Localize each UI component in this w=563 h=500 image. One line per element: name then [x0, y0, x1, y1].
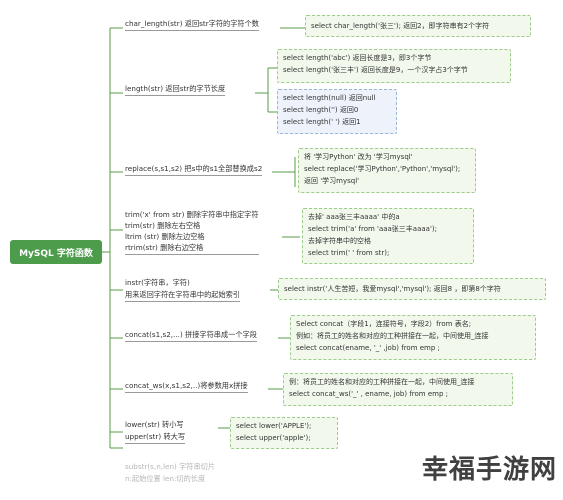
- note-replace: 将 '学习Python' 改为 '学习mysql' select replace…: [298, 148, 476, 193]
- branch-trim: trim('x' from str) 删除字符串中指定字符 trim(str) …: [125, 210, 259, 255]
- branch-concat: concat(s1,s2,...) 拼接字符串成一个字段: [125, 330, 257, 342]
- branch-length: length(str) 返回str的字节长度: [125, 84, 226, 96]
- branch-char-length: char_length(str) 返回str字符的字符个数: [125, 19, 259, 31]
- note-char-length: select char_length('张三'); 返回2，即字符串有2个字符: [305, 15, 531, 37]
- branch-case: lower(str) 转小写 upper(str) 转大写: [125, 420, 186, 444]
- note-case: select lower('APPLE'); select upper('app…: [230, 417, 338, 449]
- note-instr: select instr('人生苦短，我爱mysql','mysql'); 返回…: [278, 278, 546, 300]
- branch-instr: instr(字符串，字符) 用来返回字符在字符串中的起始索引: [125, 278, 241, 302]
- note-concat: Select concat（字段1，连接符号，字段2）from 表名; 例如：将…: [290, 315, 536, 360]
- note-concat-ws: 例：将员工的姓名和对应的工种拼接在一起，中间使用_连接 select conca…: [283, 373, 513, 406]
- note-length-b: select length(null) 返回null select length…: [277, 89, 397, 134]
- root-node: MySQL 字符函数: [10, 240, 102, 264]
- watermark: 幸福手游网: [421, 455, 557, 485]
- note-trim: 去掉' aaa张三丰aaaa' 中的a select trim('a' from…: [302, 208, 474, 264]
- branch-substr: substr(s,n,len) 字符串切片 n:起始位置 len:切的长度: [125, 462, 216, 483]
- branch-replace: replace(s,s1,s2) 把s中的s1全部替换成s2: [125, 164, 263, 176]
- branch-concat-ws: concat_ws(x,s1,s2,..)将参数用x拼接: [125, 381, 248, 393]
- note-length-a: select length('abc') 返回长度是3，即3个字节 select…: [277, 49, 511, 83]
